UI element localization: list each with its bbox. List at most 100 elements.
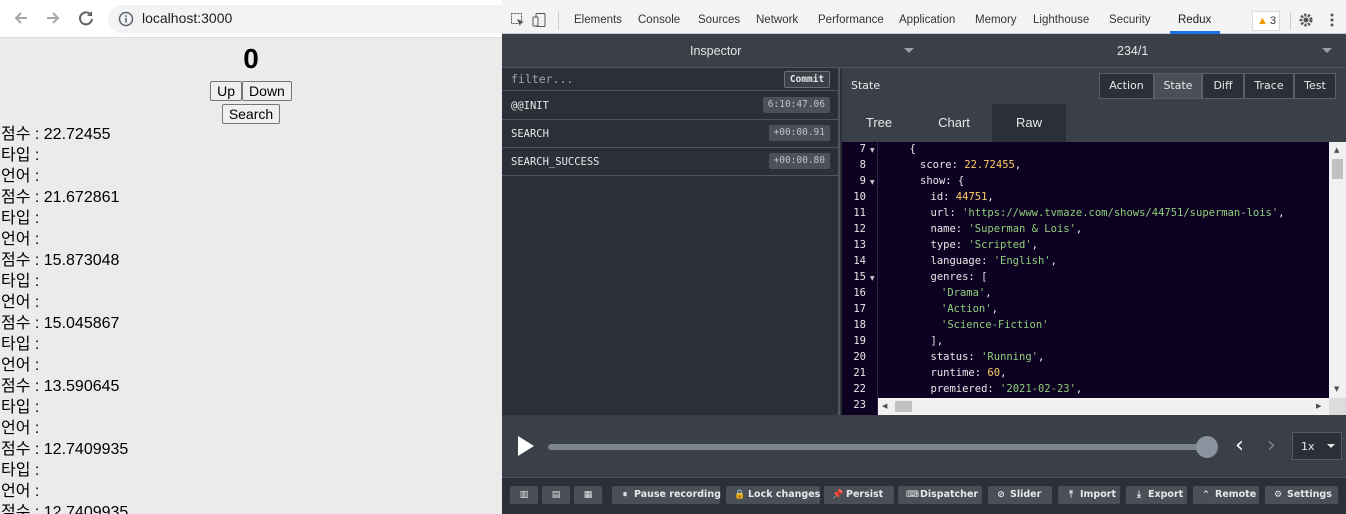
button-label: Pause recording — [634, 489, 721, 500]
action-item[interactable]: SEARCH +00:00.91 — [502, 120, 840, 148]
result-item: 점수 : 12.7409935 타입 : 언어 : — [1, 439, 128, 502]
chart-monitor-button[interactable]: ▦ — [574, 486, 602, 504]
code-token: 'Science-Fiction' — [941, 319, 1049, 331]
line-number: 18 — [853, 319, 866, 331]
result-score: 점수 : 21.672861 — [1, 189, 120, 206]
code-token: , — [1278, 207, 1285, 219]
code-line: genres: [ — [931, 271, 988, 283]
inspect-element-icon[interactable] — [510, 12, 526, 28]
chevron-right-icon[interactable]: › — [1267, 433, 1276, 458]
code-token: '2021-02-23' — [1000, 383, 1076, 395]
code-token: , — [1014, 159, 1022, 171]
monitor-tab-state[interactable]: State — [1154, 73, 1202, 99]
result-score: 점수 : 13.590645 — [1, 378, 120, 395]
view-tab-raw[interactable]: Raw — [992, 104, 1066, 142]
monitor-tab-action[interactable]: Action — [1099, 73, 1154, 99]
tab-lighthouse[interactable]: Lighthouse — [1033, 14, 1089, 26]
down-button[interactable]: Down — [242, 81, 292, 101]
slider-track[interactable] — [548, 444, 1208, 450]
warnings-badge[interactable]: ▲ 3 — [1252, 11, 1280, 31]
tab-elements[interactable]: Elements — [574, 14, 622, 26]
play-icon[interactable] — [518, 436, 534, 456]
code-line: 'Action', — [941, 303, 998, 315]
bottom-toolbar: ▥ ▤ ▦ ⏸ Pause recording 🔒 Lock changes 📌 Persist… — [502, 477, 1346, 514]
remote-button[interactable]: ⌃ Remote — [1193, 486, 1259, 504]
forward-arrow-icon[interactable] — [43, 9, 63, 29]
chevron-down-icon[interactable] — [904, 48, 914, 53]
result-item: 점수 : 15.045867 타입 : 언어 : — [1, 313, 128, 376]
device-toolbar-icon[interactable] — [532, 12, 548, 28]
tab-sources[interactable]: Sources — [698, 14, 740, 26]
scroll-thumb[interactable] — [1332, 159, 1343, 179]
back-arrow-icon[interactable] — [11, 9, 31, 29]
tab-console[interactable]: Console — [638, 14, 680, 26]
result-score: 점수 : 15.873048 — [1, 252, 120, 269]
code-token: , — [991, 303, 998, 315]
scroll-left-icon[interactable]: ◀ — [882, 402, 887, 410]
instance-select[interactable]: 234/1 — [1117, 44, 1148, 58]
tab-network[interactable]: Network — [756, 14, 798, 26]
line-number: 7 — [859, 143, 866, 155]
chevron-left-icon[interactable]: ‹ — [1235, 433, 1244, 458]
up-button[interactable]: Up — [210, 81, 243, 101]
button-label: Dispatcher — [920, 489, 979, 500]
monitor-tab-diff[interactable]: Diff — [1202, 73, 1244, 99]
dispatcher-button[interactable]: ⌨Dispatcher — [898, 486, 982, 504]
pause-icon: ⏸ — [622, 490, 628, 500]
action-list: filter... Commit @@INIT 6:10:47.06 SEARCH +… — [502, 68, 840, 415]
result-language: 언어 : — [1, 483, 40, 500]
code-token: type: — [930, 239, 969, 251]
view-tab-chart[interactable]: Chart — [917, 104, 991, 142]
more-vert-icon[interactable] — [1324, 12, 1340, 28]
tab-security[interactable]: Security — [1109, 14, 1151, 26]
commit-button[interactable]: Commit — [784, 71, 830, 88]
fold-arrow-icon[interactable]: ▼ — [870, 275, 875, 282]
tab-memory[interactable]: Memory — [975, 14, 1017, 26]
scroll-down-icon[interactable]: ▼ — [1334, 385, 1339, 393]
code-token: 'Superman & Lois' — [968, 223, 1076, 235]
scroll-up-icon[interactable]: ▲ — [1334, 146, 1339, 154]
reload-icon[interactable] — [76, 9, 96, 29]
slider-handle[interactable] — [1196, 436, 1218, 458]
pause-recording-button[interactable]: ⏸ Pause recording — [612, 486, 721, 504]
monitor-tab-trace[interactable]: Trace — [1244, 73, 1294, 99]
address-bar[interactable]: localhost:3000 — [108, 5, 502, 33]
code-token: 'https://www.tvmaze.com/shows/44751/supe… — [962, 207, 1279, 219]
action-item[interactable]: SEARCH_SUCCESS +00:00.80 — [502, 148, 840, 176]
filter-input[interactable]: filter... — [511, 72, 573, 86]
persist-button[interactable]: 📌 Persist — [824, 486, 894, 504]
chevron-down-icon[interactable] — [1322, 48, 1332, 53]
upload-icon: ⤒ — [1069, 490, 1073, 500]
scroll-right-icon[interactable]: ▶ — [1316, 402, 1321, 410]
horizontal-scrollbar[interactable]: ◀ ▶ — [878, 398, 1329, 415]
settings-button[interactable]: ⚙ Settings — [1265, 486, 1338, 504]
code-token: language: — [930, 255, 994, 267]
log-monitor-button[interactable]: ▥ — [510, 486, 538, 504]
code-token: , — [1075, 383, 1083, 395]
code-line: runtime: 60, — [931, 367, 1007, 379]
tab-performance[interactable]: Performance — [818, 14, 884, 26]
monitor-select[interactable]: Inspector — [690, 44, 741, 58]
code-token: runtime: — [930, 367, 988, 379]
view-tab-tree[interactable]: Tree — [842, 104, 916, 142]
gear-icon[interactable] — [1298, 12, 1314, 28]
speed-select[interactable]: 1x — [1292, 432, 1342, 460]
button-label: Persist — [846, 489, 884, 500]
lock-changes-button[interactable]: 🔒 Lock changes — [726, 486, 820, 504]
state-header: State Action State Diff Trace Test — [842, 68, 1346, 104]
import-button[interactable]: ⤒ Import — [1058, 486, 1120, 504]
slider-button[interactable]: ⊘ Slider — [988, 486, 1052, 504]
fold-arrow-icon[interactable]: ▼ — [870, 147, 875, 154]
action-item[interactable]: @@INIT 6:10:47.06 — [502, 92, 840, 120]
info-icon[interactable] — [118, 11, 134, 27]
scroll-thumb[interactable] — [895, 401, 912, 412]
monitor-tab-test[interactable]: Test — [1294, 73, 1336, 99]
tab-redux[interactable]: Redux — [1178, 14, 1211, 26]
search-button[interactable]: Search — [221, 104, 281, 124]
vertical-scrollbar[interactable]: ▲ ▼ — [1329, 142, 1346, 398]
fold-arrow-icon[interactable]: ▼ — [870, 179, 875, 186]
code-token: , — [1000, 367, 1007, 379]
tab-application[interactable]: Application — [899, 14, 955, 26]
inspector-monitor-button[interactable]: ▤ — [542, 486, 570, 504]
export-button[interactable]: ⤓ Export — [1126, 486, 1187, 504]
